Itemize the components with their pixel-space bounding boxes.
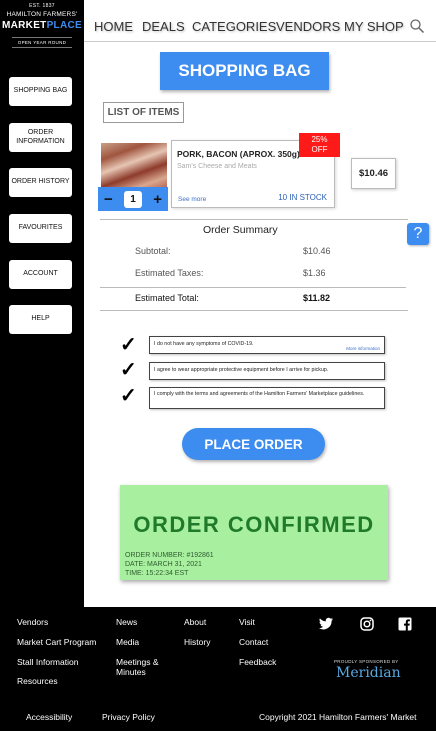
sidebar-item-favourites[interactable]: FAVOURITES <box>9 214 72 243</box>
item-seller: Sam's Cheese and Meats <box>177 163 257 170</box>
sidebar-item-help[interactable]: HELP <box>9 305 72 334</box>
order-date: DATE: MARCH 31, 2021 <box>125 561 202 568</box>
ppe-statement: I agree to wear appropriate protective e… <box>149 362 385 380</box>
discount-word: OFF <box>311 144 328 154</box>
product-image[interactable] <box>101 143 167 187</box>
sponsor-logo[interactable]: Meridian <box>336 665 401 681</box>
order-number: ORDER NUMBER: #192861 <box>125 552 214 559</box>
order-confirmed-panel: ORDER CONFIRMED ORDER NUMBER: #192861 DA… <box>120 485 388 580</box>
facebook-icon[interactable] <box>397 616 413 632</box>
divider <box>100 219 408 220</box>
quantity-value[interactable]: 1 <box>124 190 142 208</box>
footer-link-privacy[interactable]: Privacy Policy <box>102 712 155 723</box>
nav-deals[interactable]: DEALS <box>142 19 185 34</box>
more-information-link[interactable]: More information <box>346 346 380 351</box>
item-name: PORK, BACON (APROX. 350g) <box>177 149 300 159</box>
plus-button[interactable]: + <box>153 192 162 207</box>
logo[interactable]: EST. 1837 HAMILTON FARMERS' MARKETPLACE … <box>0 0 84 49</box>
checkbox-terms[interactable]: ✓ <box>120 386 140 406</box>
footer-link-media[interactable]: Media <box>116 637 139 648</box>
footer-link-contact[interactable]: Contact <box>239 637 268 648</box>
nav-home[interactable]: HOME <box>94 19 133 34</box>
discount-percent: 25% <box>311 135 328 144</box>
covid-statement: I do not have any symptoms of COVID-19. … <box>149 336 385 354</box>
footer-link-market-cart[interactable]: Market Cart Program <box>17 637 96 648</box>
order-summary-title: Order Summary <box>203 224 278 236</box>
checkbox-ppe[interactable]: ✓ <box>120 360 140 380</box>
terms-statement: I comply with the terms and agreements o… <box>149 387 385 409</box>
footer-link-accessibility[interactable]: Accessibility <box>26 712 72 723</box>
nav-my-shop[interactable]: MY SHOP <box>344 19 404 34</box>
subtotal-label: Subtotal: <box>135 246 171 256</box>
footer: Vendors Market Cart Program Stall Inform… <box>0 607 436 731</box>
footer-link-vendors[interactable]: Vendors <box>17 617 48 628</box>
sidebar-item-order-history[interactable]: ORDER HISTORY <box>9 168 72 197</box>
footer-link-feedback[interactable]: Feedback <box>239 657 276 668</box>
sidebar-item-shopping-bag[interactable]: SHOPPING BAG <box>9 77 72 106</box>
top-nav: HOME DEALS CATEGORIES VENDORS MY SHOP <box>84 0 436 42</box>
place-order-button[interactable]: PLACE ORDER <box>182 428 325 460</box>
list-of-items-label: LIST OF ITEMS <box>103 102 184 123</box>
logo-name-a: MARKET <box>2 20 47 31</box>
footer-link-visit[interactable]: Visit <box>239 617 255 628</box>
logo-name: MARKETPLACE <box>0 20 84 31</box>
twitter-icon[interactable] <box>318 616 334 632</box>
see-more-link[interactable]: See more <box>178 196 206 203</box>
sidebar-item-account[interactable]: ACCOUNT <box>9 260 72 289</box>
order-confirmed-title: ORDER CONFIRMED <box>133 512 375 537</box>
divider <box>100 287 406 288</box>
divider <box>100 310 408 311</box>
discount-badge: 25% OFF <box>299 133 340 157</box>
covid-statement-text: I do not have any symptoms of COVID-19. <box>154 341 254 347</box>
logo-open: OPEN YEAR ROUND <box>11 37 73 48</box>
checkbox-covid[interactable]: ✓ <box>120 335 140 355</box>
taxes-label: Estimated Taxes: <box>135 268 204 278</box>
shopping-bag-title[interactable]: SHOPPING BAG <box>160 52 329 90</box>
logo-name-b: PLACE <box>46 20 82 31</box>
footer-link-about[interactable]: About <box>184 617 206 628</box>
quantity-stepper: − 1 + <box>98 187 168 211</box>
nav-vendors[interactable]: VENDORS <box>276 19 340 34</box>
logo-est: EST. 1837 <box>29 3 55 9</box>
sidebar: EST. 1837 HAMILTON FARMERS' MARKETPLACE … <box>0 0 84 607</box>
sponsor-label: PROUDLY SPONSORED BY <box>334 659 399 664</box>
total-value: $11.82 <box>303 293 331 303</box>
nav-categories[interactable]: CATEGORIES <box>192 19 276 34</box>
sidebar-item-order-information[interactable]: ORDER INFORMATION <box>9 123 72 152</box>
footer-link-meetings[interactable]: Meetings & Minutes <box>116 657 174 678</box>
instagram-icon[interactable] <box>359 616 375 632</box>
taxes-value: $1.36 <box>303 268 326 278</box>
copyright: Copyright 2021 Hamilton Farmers' Market <box>259 712 417 722</box>
subtotal-value: $10.46 <box>303 246 331 256</box>
footer-link-news[interactable]: News <box>116 617 137 628</box>
minus-button[interactable]: − <box>104 192 113 207</box>
order-time: TIME: 15:22:34 EST <box>125 570 189 577</box>
footer-link-resources[interactable]: Resources <box>17 676 58 687</box>
stock-count: 10 IN STOCK <box>278 193 327 202</box>
footer-link-history[interactable]: History <box>184 637 210 648</box>
logo-org: HAMILTON FARMERS' <box>6 11 78 18</box>
search-icon[interactable] <box>409 18 425 34</box>
item-price: $10.46 <box>351 158 396 189</box>
total-label: Estimated Total: <box>135 293 199 303</box>
help-button[interactable]: ? <box>407 223 429 245</box>
footer-link-stall-info[interactable]: Stall Information <box>17 657 78 668</box>
